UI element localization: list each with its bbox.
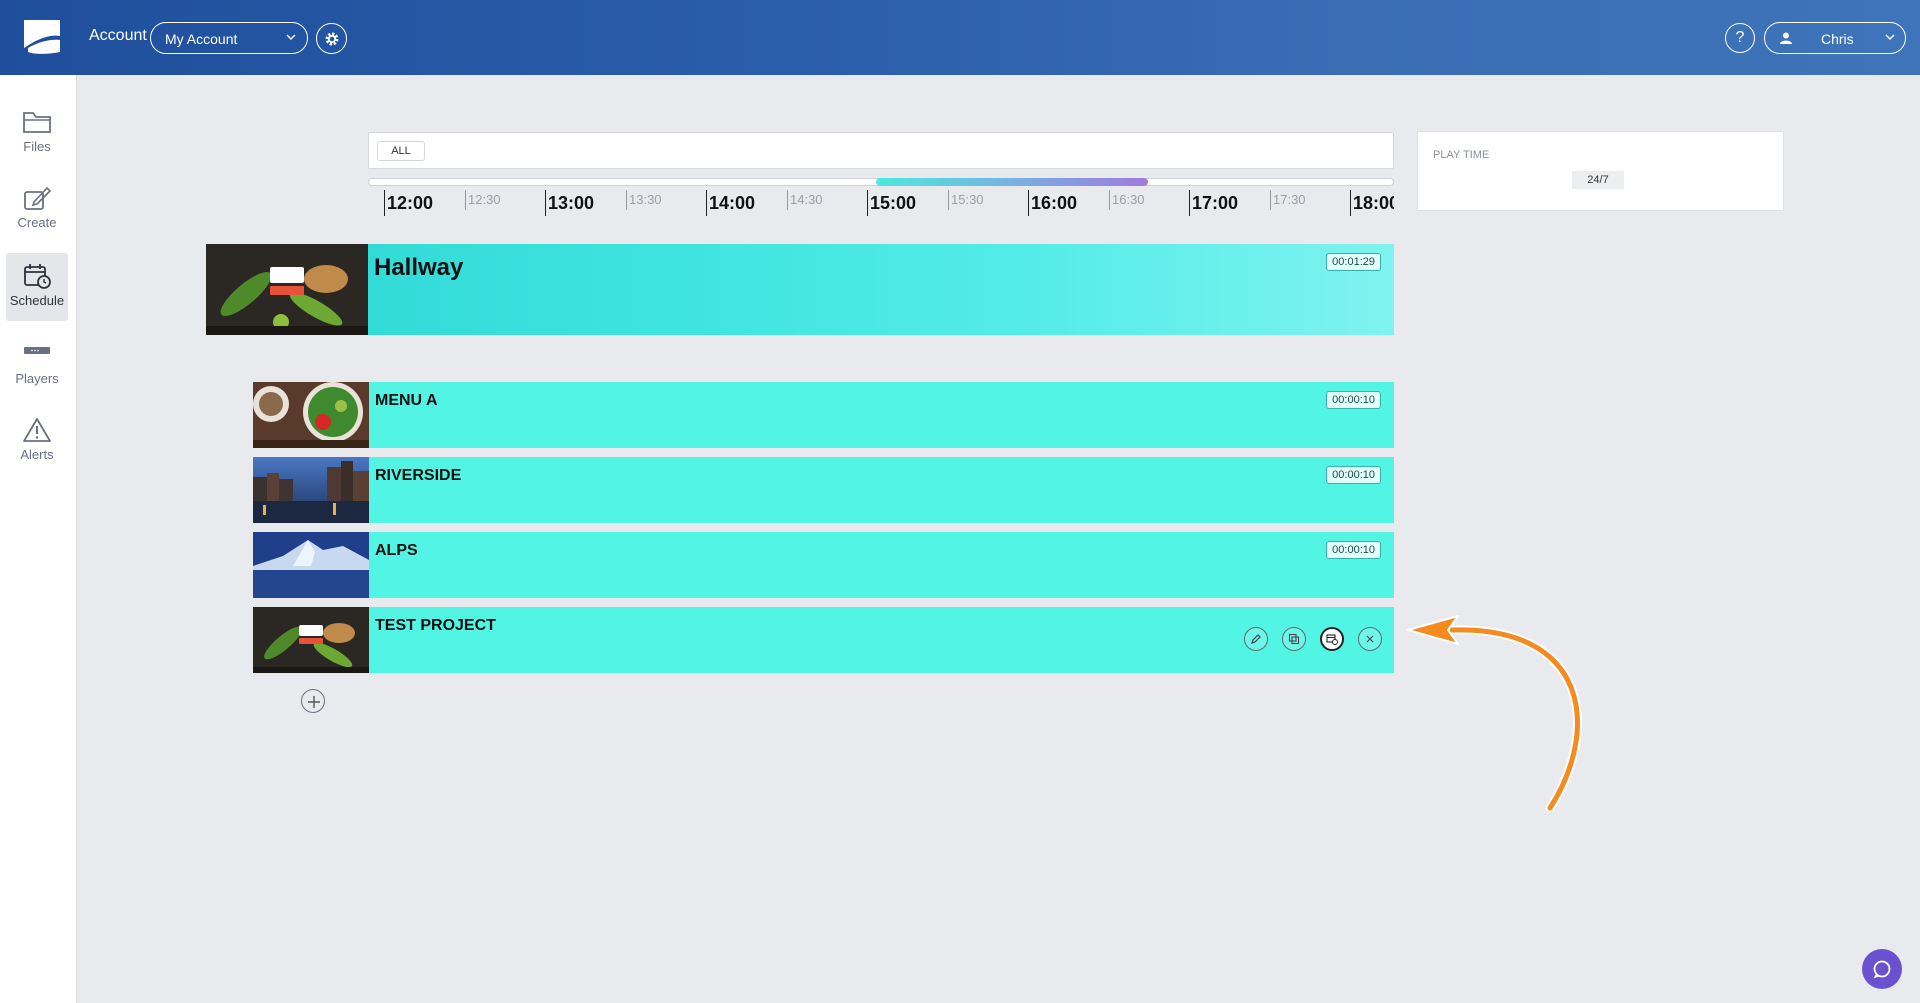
tick-label: 16:00 xyxy=(1028,190,1077,216)
warning-icon xyxy=(23,418,51,442)
add-item-button[interactable] xyxy=(301,689,325,713)
gear-icon xyxy=(325,32,339,46)
sidebar-item-schedule[interactable]: Schedule xyxy=(6,253,68,321)
list-item[interactable]: RIVERSIDE 00:00:10 xyxy=(253,457,1394,523)
close-icon xyxy=(1366,635,1374,643)
user-icon xyxy=(1780,32,1792,44)
sidebar-item-alerts[interactable]: Alerts xyxy=(6,407,68,475)
playlist-thumbnail xyxy=(206,244,368,335)
item-title: MENU A xyxy=(375,392,438,409)
schedule-button[interactable] xyxy=(1320,627,1344,651)
tick-label: 13:00 xyxy=(545,190,594,216)
user-name: Chris xyxy=(1821,31,1854,47)
pencil-icon xyxy=(1251,634,1261,644)
calendar-clock-icon xyxy=(24,264,51,289)
settings-button[interactable] xyxy=(316,23,347,54)
item-thumbnail xyxy=(253,607,369,673)
copy-icon xyxy=(1288,633,1300,645)
item-thumbnail xyxy=(253,457,369,523)
help-button[interactable]: ? xyxy=(1725,23,1755,53)
user-menu-button[interactable]: Chris xyxy=(1764,22,1906,54)
calendar-clock-icon xyxy=(1326,634,1338,645)
sidebar-item-files[interactable]: Files xyxy=(6,99,68,167)
edit-button[interactable] xyxy=(1244,627,1268,651)
plus-icon xyxy=(308,696,320,708)
playlist-title: Hallway xyxy=(374,254,464,281)
item-title: RIVERSIDE xyxy=(375,467,462,484)
item-title: ALPS xyxy=(375,542,418,559)
item-title: TEST PROJECT xyxy=(375,617,496,634)
chat-bubble-icon xyxy=(1873,960,1891,979)
duration-badge: 00:00:10 xyxy=(1326,466,1381,484)
sidebar: Files Create Schedule Players Alerts xyxy=(0,75,77,1003)
duplicate-button[interactable] xyxy=(1282,627,1306,651)
tick-label: 17:00 xyxy=(1189,190,1238,216)
remove-button[interactable] xyxy=(1358,627,1382,651)
tick-label: 14:30 xyxy=(787,190,823,210)
item-thumbnail xyxy=(253,382,369,448)
item-thumbnail xyxy=(253,532,369,598)
duration-badge: 00:01:29 xyxy=(1326,253,1381,271)
play-time-panel: PLAY TIME 24/7 xyxy=(1417,131,1784,211)
sidebar-item-label: Players xyxy=(15,371,59,386)
tick-label: 12:30 xyxy=(465,190,501,210)
playlist-row[interactable]: Hallway 00:01:29 xyxy=(206,244,1394,335)
folder-icon xyxy=(23,112,51,133)
tick-label: 13:30 xyxy=(626,190,662,210)
duration-badge: 00:00:10 xyxy=(1326,541,1381,559)
duration-badge: 00:00:10 xyxy=(1326,391,1381,409)
tick-label: 17:30 xyxy=(1270,190,1306,210)
timeline-ruler: 12:00 12:30 13:00 13:30 14:00 14:30 15:0… xyxy=(368,190,1394,218)
tick-label: 18:00 xyxy=(1350,190,1394,216)
sidebar-item-label: Alerts xyxy=(20,447,54,462)
tick-label: 12:00 xyxy=(384,190,433,216)
list-item[interactable]: ALPS 00:00:10 xyxy=(253,532,1394,598)
timeline-range-indicator[interactable] xyxy=(876,178,1148,186)
tick-label: 14:00 xyxy=(706,190,755,216)
sidebar-item-label: Create xyxy=(17,215,57,230)
top-bar: Account My Account ? Chris xyxy=(0,0,1920,75)
play-time-label: PLAY TIME xyxy=(1433,149,1490,161)
account-label: Account xyxy=(89,27,147,44)
tick-label: 15:30 xyxy=(948,190,984,210)
tick-label: 16:30 xyxy=(1109,190,1145,210)
annotation-arrow-icon xyxy=(1407,615,1582,813)
sidebar-item-create[interactable]: Create xyxy=(6,175,68,243)
tick-label: 15:00 xyxy=(867,190,916,216)
account-select[interactable]: My Account xyxy=(150,22,308,54)
list-item[interactable]: MENU A 00:00:10 xyxy=(253,382,1394,448)
edit-icon xyxy=(24,186,52,210)
logo-icon[interactable] xyxy=(22,18,62,56)
chat-button[interactable] xyxy=(1862,949,1902,989)
list-item[interactable]: TEST PROJECT xyxy=(253,607,1394,673)
sidebar-item-label: Files xyxy=(23,139,51,154)
play-time-value[interactable]: 24/7 xyxy=(1572,171,1624,189)
sidebar-item-label: Schedule xyxy=(9,293,65,308)
chevron-down-icon xyxy=(1885,34,1895,41)
player-device-icon xyxy=(24,347,50,354)
tag-filter-bar[interactable]: ALL xyxy=(368,132,1394,169)
account-select-value: My Account xyxy=(165,31,238,47)
chevron-down-icon xyxy=(286,34,296,41)
filter-all-button[interactable]: ALL xyxy=(377,141,425,161)
sidebar-item-players[interactable]: Players xyxy=(6,331,68,399)
